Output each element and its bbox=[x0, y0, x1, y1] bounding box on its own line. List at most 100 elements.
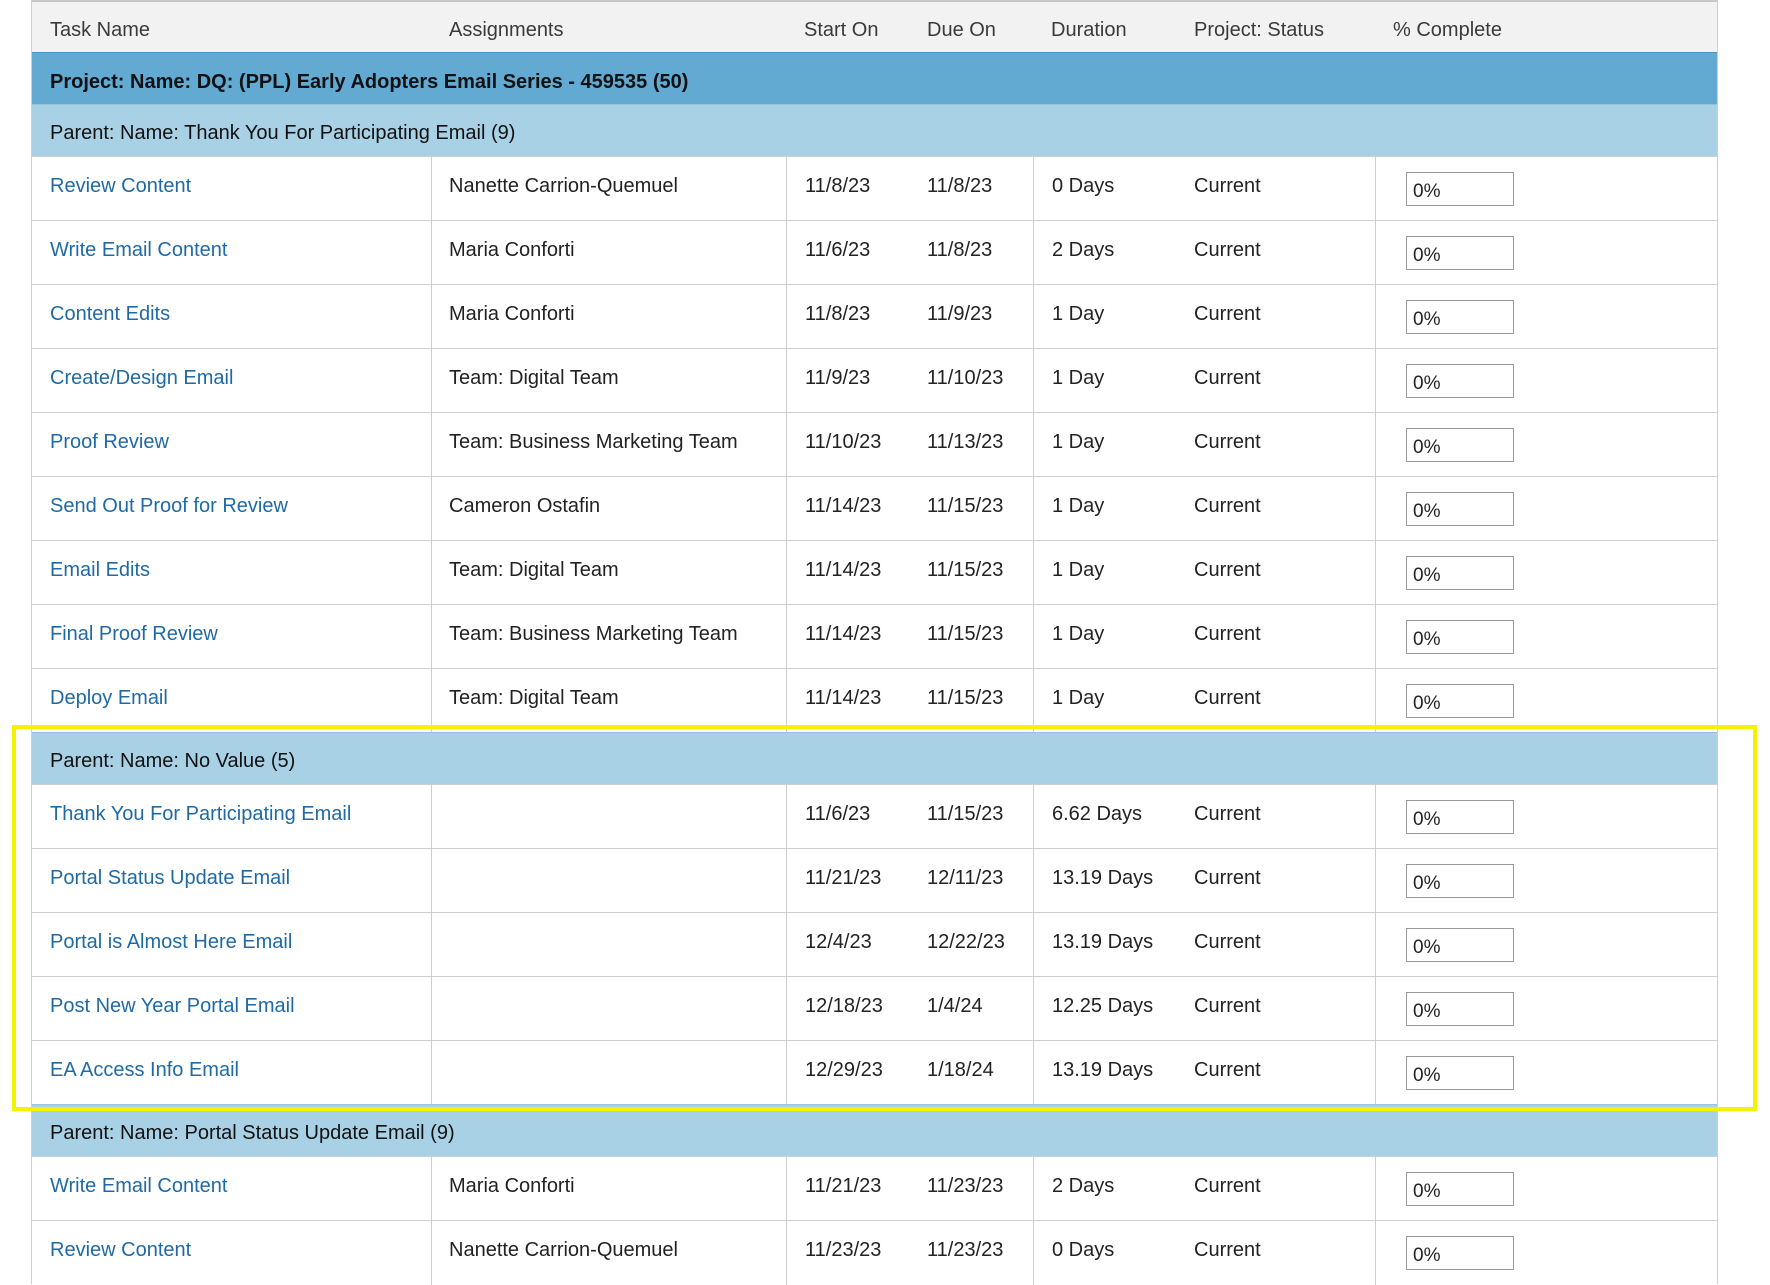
start-date-cell: 11/14/23 bbox=[805, 687, 882, 709]
assignment-cell: Team: Digital Team bbox=[449, 559, 619, 581]
percent-complete-input[interactable] bbox=[1406, 556, 1514, 590]
task-name-link[interactable]: Write Email Content bbox=[50, 239, 227, 262]
assignment-cell: Team: Digital Team bbox=[431, 349, 786, 413]
column-header-task-name[interactable]: Task Name bbox=[50, 19, 150, 42]
assignment-cell: Nanette Carrion-Quemuel bbox=[449, 175, 678, 197]
task-name-cell: Review Content bbox=[32, 1221, 431, 1285]
task-name-link[interactable]: EA Access Info Email bbox=[50, 1059, 239, 1082]
start-date-cell: 12/18/23 bbox=[786, 977, 909, 1041]
project-group-row[interactable]: Project: Name: DQ: (PPL) Early Adopters … bbox=[32, 52, 1717, 104]
percent-complete-input[interactable] bbox=[1406, 1172, 1514, 1206]
column-header-project-status[interactable]: Project: Status bbox=[1194, 19, 1324, 42]
task-name-link[interactable]: Post New Year Portal Email bbox=[50, 995, 295, 1018]
start-date-cell: 11/21/23 bbox=[805, 867, 882, 889]
start-date-cell: 11/10/23 bbox=[805, 431, 882, 453]
start-date-cell: 11/6/23 bbox=[805, 239, 871, 261]
task-name-cell: Write Email Content bbox=[32, 221, 431, 285]
parent-group-row[interactable]: Parent: Name: Thank You For Participatin… bbox=[32, 104, 1717, 156]
status-cell: Current bbox=[1176, 605, 1375, 669]
percent-complete-input[interactable] bbox=[1406, 864, 1514, 898]
task-name-cell: Email Edits bbox=[32, 541, 431, 605]
duration-cell: 1 Day bbox=[1033, 605, 1176, 669]
percent-complete-input[interactable] bbox=[1406, 364, 1514, 398]
percent-complete-input[interactable] bbox=[1406, 300, 1514, 334]
status-cell: Current bbox=[1176, 1221, 1375, 1285]
start-date-cell: 11/21/23 bbox=[805, 1175, 882, 1197]
percent-complete-cell bbox=[1375, 977, 1717, 1041]
percent-complete-input[interactable] bbox=[1406, 684, 1514, 718]
task-name-cell: Proof Review bbox=[32, 413, 431, 477]
groups-container: Parent: Name: Thank You For Participatin… bbox=[32, 104, 1717, 1285]
start-date-cell: 11/10/23 bbox=[786, 413, 909, 477]
parent-group-row[interactable]: Parent: Name: Portal Status Update Email… bbox=[32, 1104, 1717, 1156]
assignment-cell: Team: Business Marketing Team bbox=[431, 605, 786, 669]
task-row: Write Email Content Maria Conforti 11/6/23… bbox=[32, 220, 1717, 285]
duration-cell: 2 Days bbox=[1052, 1175, 1115, 1197]
status-cell: Current bbox=[1194, 1239, 1261, 1261]
percent-complete-input[interactable] bbox=[1406, 236, 1514, 270]
duration-cell: 1 Day bbox=[1052, 495, 1105, 517]
task-name-link[interactable]: Review Content bbox=[50, 1239, 191, 1262]
task-name-link[interactable]: Portal is Almost Here Email bbox=[50, 931, 292, 954]
due-date-cell: 11/10/23 bbox=[927, 367, 1004, 389]
percent-complete-input[interactable] bbox=[1406, 620, 1514, 654]
due-date-cell: 11/23/23 bbox=[927, 1239, 1004, 1261]
parent-group-row[interactable]: Parent: Name: No Value (5) bbox=[32, 732, 1717, 784]
due-date-cell: 11/8/23 bbox=[909, 221, 1033, 285]
percent-complete-input[interactable] bbox=[1406, 928, 1514, 962]
status-cell: Current bbox=[1176, 157, 1375, 221]
start-date-cell: 11/23/23 bbox=[786, 1221, 909, 1285]
task-row: Review Content Nanette Carrion-Quemuel 11/… bbox=[32, 1220, 1717, 1285]
percent-complete-input[interactable] bbox=[1406, 428, 1514, 462]
status-cell: Current bbox=[1194, 623, 1261, 645]
task-name-link[interactable]: Write Email Content bbox=[50, 1175, 227, 1198]
start-date-cell: 11/8/23 bbox=[786, 285, 909, 349]
task-name-link[interactable]: Thank You For Participating Email bbox=[50, 803, 351, 826]
task-row: EA Access Info Email 12/29/23 1/18/24 13.19… bbox=[32, 1040, 1717, 1105]
percent-complete-cell bbox=[1375, 349, 1717, 413]
percent-complete-input[interactable] bbox=[1406, 172, 1514, 206]
percent-complete-cell bbox=[1375, 477, 1717, 541]
task-name-link[interactable]: Send Out Proof for Review bbox=[50, 495, 288, 518]
task-name-link[interactable]: Create/Design Email bbox=[50, 367, 233, 390]
percent-complete-input[interactable] bbox=[1406, 800, 1514, 834]
start-date-cell: 11/8/23 bbox=[805, 303, 871, 325]
percent-complete-cell bbox=[1375, 1221, 1717, 1285]
start-date-cell: 11/6/23 bbox=[786, 785, 909, 849]
start-date-cell: 11/6/23 bbox=[786, 221, 909, 285]
task-row: Content Edits Maria Conforti 11/8/23 11/9/2… bbox=[32, 284, 1717, 349]
start-date-cell: 11/9/23 bbox=[786, 349, 909, 413]
task-name-link[interactable]: Deploy Email bbox=[50, 687, 168, 710]
task-name-link[interactable]: Review Content bbox=[50, 175, 191, 198]
column-header-due-on[interactable]: Due On bbox=[927, 19, 996, 42]
column-header-start-on[interactable]: Start On bbox=[804, 19, 878, 42]
task-row: Thank You For Participating Email 11/6/23… bbox=[32, 784, 1717, 849]
column-header-duration[interactable]: Duration bbox=[1051, 19, 1127, 42]
assignment-cell bbox=[431, 977, 786, 1041]
due-date-cell: 12/22/23 bbox=[927, 931, 1005, 953]
percent-complete-input[interactable] bbox=[1406, 1236, 1514, 1270]
task-name-link[interactable]: Content Edits bbox=[50, 303, 170, 326]
status-cell: Current bbox=[1194, 559, 1261, 581]
task-name-link[interactable]: Proof Review bbox=[50, 431, 169, 454]
duration-cell: 13.19 Days bbox=[1033, 913, 1176, 977]
task-name-link[interactable]: Email Edits bbox=[50, 559, 150, 582]
duration-cell: 2 Days bbox=[1052, 239, 1115, 261]
duration-cell: 0 Days bbox=[1033, 1221, 1176, 1285]
percent-complete-input[interactable] bbox=[1406, 492, 1514, 526]
task-name-cell: Thank You For Participating Email bbox=[32, 785, 431, 849]
duration-cell: 1 Day bbox=[1052, 559, 1105, 581]
column-header-assignments[interactable]: Assignments bbox=[449, 19, 564, 42]
due-date-cell: 12/22/23 bbox=[909, 913, 1033, 977]
task-name-cell: Content Edits bbox=[32, 285, 431, 349]
task-row: Deploy Email Team: Digital Team 11/14/23 11… bbox=[32, 668, 1717, 733]
duration-cell: 6.62 Days bbox=[1033, 785, 1176, 849]
percent-complete-input[interactable] bbox=[1406, 992, 1514, 1026]
status-cell: Current bbox=[1194, 303, 1261, 325]
task-name-cell: Deploy Email bbox=[32, 669, 431, 733]
column-header-percent-complete[interactable]: % Complete bbox=[1393, 19, 1502, 42]
percent-complete-input[interactable] bbox=[1406, 1056, 1514, 1090]
task-name-link[interactable]: Portal Status Update Email bbox=[50, 867, 290, 890]
task-name-link[interactable]: Final Proof Review bbox=[50, 623, 218, 646]
task-name-cell: EA Access Info Email bbox=[32, 1041, 431, 1105]
